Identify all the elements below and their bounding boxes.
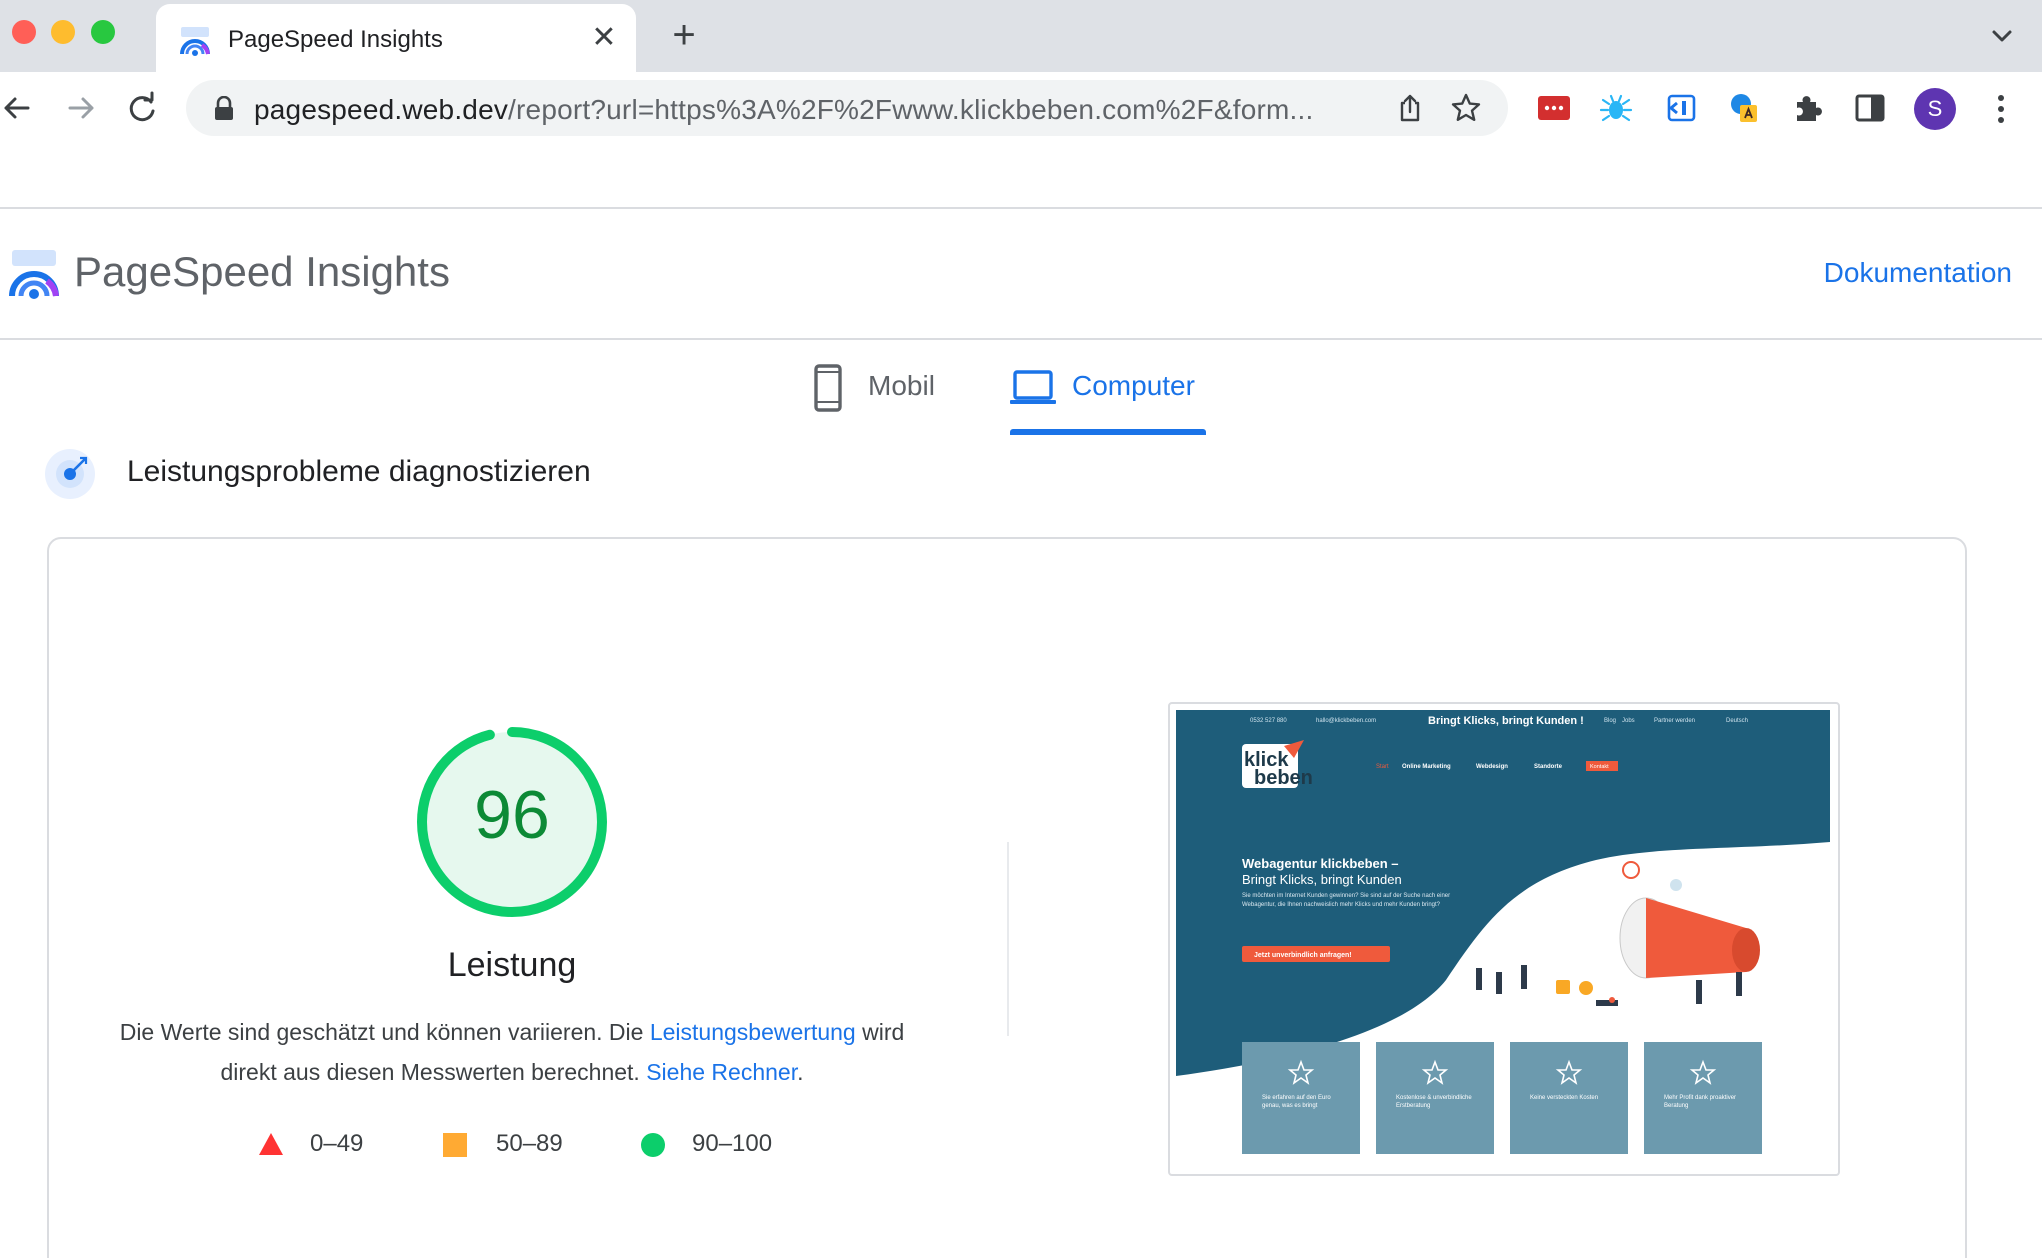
minimize-window-button[interactable] — [51, 20, 75, 44]
performance-description: Die Werte sind geschätzt und können vari… — [100, 1012, 924, 1092]
thumb-hero-title-2: Bringt Klicks, bringt Kunden — [1242, 872, 1402, 887]
thumb-link-partner: Partner werden — [1654, 718, 1695, 724]
thumb-logo-line2: beben — [1254, 767, 1313, 789]
thumb-nav-kontakt: Kontakt — [1590, 764, 1609, 770]
extensions-puzzle-icon[interactable] — [1790, 90, 1826, 126]
thumb-hero-title-1: Webagentur klickbeben – — [1242, 856, 1399, 871]
legend-range-good: 90–100 — [692, 1130, 773, 1157]
url-host: pagespeed.web.dev — [254, 94, 509, 125]
thumb-link-blog: Blog — [1604, 718, 1616, 724]
thumb-phone: 0532 527 880 — [1250, 718, 1287, 724]
side-panel-icon[interactable] — [1852, 90, 1888, 126]
more-menu-icon[interactable] — [1986, 88, 2016, 130]
score-calculation-link[interactable]: Leistungsbewertung — [650, 1019, 856, 1045]
performance-label: Leistung — [447, 946, 577, 984]
profile-avatar[interactable]: S — [1914, 88, 1956, 130]
pagespeed-favicon-icon — [180, 27, 210, 56]
thumb-card-2: Kostenlose & unverbindliche Erstberatung — [1396, 1095, 1472, 1109]
tab-computer[interactable]: Computer — [1010, 360, 1210, 416]
forward-arrow-icon[interactable] — [58, 86, 102, 130]
thumb-email: hallo@klickbeben.com — [1316, 718, 1376, 724]
page-title: PageSpeed Insights — [74, 248, 450, 295]
performance-score: 96 — [474, 777, 550, 853]
browser-tab-pagespeed[interactable]: PageSpeed Insights ✕ — [156, 4, 636, 72]
documentation-link[interactable]: Dokumentation — [1824, 257, 2012, 289]
tab-title: PageSpeed Insights — [228, 26, 443, 53]
lock-icon[interactable] — [212, 96, 236, 122]
password-manager-extension-icon[interactable] — [1536, 90, 1572, 126]
tab-mobile-label: Mobil — [868, 370, 935, 401]
thumb-link-language: Deutsch — [1726, 718, 1748, 724]
back-arrow-icon[interactable] — [0, 86, 40, 130]
diagnose-target-icon — [45, 449, 95, 499]
thumb-nav-start: Start — [1376, 764, 1389, 770]
bookmark-star-icon[interactable] — [1450, 92, 1482, 124]
devtools-extension-icon[interactable] — [1662, 90, 1698, 126]
tab-mobile[interactable]: Mobil — [804, 360, 954, 416]
thumb-card-3: Keine versteckten Kosten — [1530, 1095, 1599, 1101]
address-bar[interactable]: pagespeed.web.dev/report?url=https%3A%2F… — [186, 80, 1508, 136]
chevron-down-icon[interactable] — [1984, 18, 2020, 54]
thumb-card-4: Mehr Profit dank proaktiver Beratung — [1664, 1095, 1737, 1109]
section-title: Leistungsprobleme diagnostizieren — [127, 455, 591, 488]
new-tab-button[interactable]: + — [664, 15, 704, 56]
thumb-hero-text: Sie möchten im Internet Kunden gewinnen?… — [1242, 893, 1451, 908]
page-top-divider — [0, 207, 2042, 209]
url-text[interactable]: pagespeed.web.dev/report?url=https%3A%2F… — [254, 94, 1313, 126]
tab-computer-label: Computer — [1072, 370, 1195, 401]
legend-item-poor: 0–49 — [258, 1130, 378, 1160]
pagespeed-logo-icon — [9, 250, 59, 299]
header-divider — [0, 338, 2042, 340]
thumb-nav-webdesign: Webdesign — [1476, 764, 1508, 770]
desc-text-1: Die Werte sind geschätzt und können vari… — [119, 1019, 650, 1045]
browser-toolbar: pagespeed.web.dev/report?url=https%3A%2F… — [0, 72, 2042, 144]
smartphone-icon — [814, 364, 842, 412]
url-path: /report?url=https%3A%2F%2Fwww.klickbeben… — [508, 94, 1314, 125]
legend-range-average: 50–89 — [496, 1130, 563, 1157]
circle-icon — [641, 1133, 665, 1157]
square-icon — [443, 1133, 467, 1157]
close-window-button[interactable] — [12, 20, 36, 44]
thumb-link-jobs: Jobs — [1622, 718, 1635, 724]
triangle-icon — [259, 1133, 283, 1155]
browser-tab-strip: PageSpeed Insights ✕ + — [0, 0, 2042, 72]
maximize-window-button[interactable] — [91, 20, 115, 44]
thumb-card-1: Sie erfahren auf den Euro genau, was es … — [1262, 1095, 1331, 1109]
card-vertical-divider — [1007, 842, 1009, 1036]
translate-extension-icon[interactable] — [1726, 90, 1762, 126]
bug-extension-icon[interactable] — [1598, 90, 1634, 126]
thumb-tagline: Bringt Klicks, bringt Kunden ! — [1428, 715, 1584, 727]
laptop-icon — [1010, 370, 1056, 404]
share-icon[interactable] — [1394, 92, 1426, 124]
close-tab-icon[interactable]: ✕ — [586, 20, 622, 56]
thumb-nav-standorte: Standorte — [1534, 764, 1563, 770]
legend-item-average: 50–89 — [442, 1130, 582, 1160]
selected-tab-indicator — [1010, 429, 1206, 435]
calculator-link[interactable]: Siehe Rechner — [646, 1059, 797, 1085]
page-screenshot-thumbnail: 0532 527 880 hallo@klickbeben.com Bringt… — [1176, 710, 1830, 1156]
legend-item-good: 90–100 — [640, 1130, 800, 1160]
legend-range-poor: 0–49 — [310, 1130, 364, 1157]
thumb-nav-marketing: Online Marketing — [1402, 764, 1451, 770]
thumb-cta: Jetzt unverbindlich anfragen! — [1254, 952, 1352, 959]
desc-text-end: . — [797, 1059, 804, 1085]
reload-icon[interactable] — [120, 86, 164, 130]
